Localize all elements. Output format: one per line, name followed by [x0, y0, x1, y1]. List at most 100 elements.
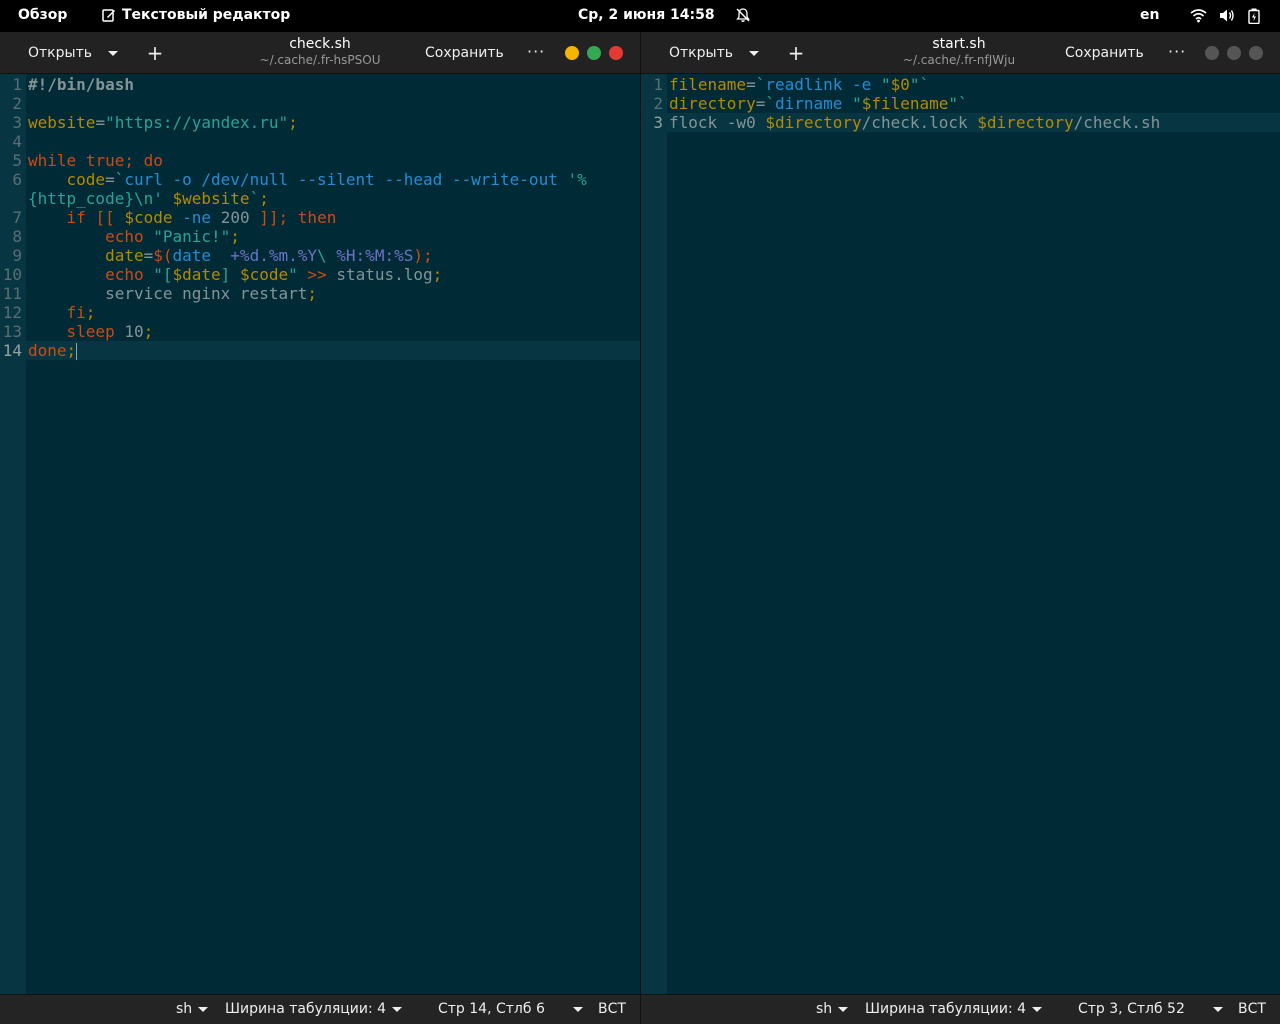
chevron-down-icon	[838, 1006, 849, 1012]
code-line: 2 directory=`dirname "$filename"`	[641, 94, 1280, 113]
chevron-down-icon[interactable]	[107, 50, 118, 56]
insert-mode-indicator[interactable]: ВСТ	[598, 1001, 626, 1017]
save-button[interactable]: Сохранить	[415, 40, 514, 66]
datetime-label: Ср, 2 июня 14:58	[578, 7, 715, 23]
code-line: 3 website="https://yandex.ru";	[0, 113, 640, 132]
app-menu[interactable]: Текстовый редактор	[102, 7, 290, 23]
code-editor[interactable]: 1 #!/bin/bash 2 3 website="https://yandex.…	[0, 74, 640, 994]
wifi-icon	[1190, 8, 1207, 24]
line-number-gutter	[641, 74, 667, 994]
new-tab-plus-icon[interactable]: +	[786, 43, 806, 63]
line-number: 2	[12, 94, 22, 113]
clock[interactable]: Ср, 2 июня 14:58	[578, 7, 751, 23]
code-line: 2	[0, 94, 640, 113]
line-number: 10	[2, 265, 22, 284]
chevron-down-icon	[1212, 1006, 1223, 1012]
new-tab-plus-icon[interactable]: +	[145, 43, 165, 63]
minimize-button[interactable]	[565, 46, 579, 60]
top-bar: Обзор Текстовый редактор Ср, 2 июня 14:5…	[0, 0, 1280, 32]
line-number: 5	[12, 151, 22, 170]
header-bar: Открыть + start.sh ~/.cache/.fr-nfJWju С…	[641, 32, 1280, 74]
tab-width-label: Ширина табуляции: 4	[225, 1001, 387, 1017]
text-cursor	[76, 343, 78, 360]
window-controls	[565, 46, 623, 60]
menu-dots-icon[interactable]: ···	[527, 42, 545, 61]
document-path: ~/.cache/.fr-hsPSOU	[259, 53, 381, 67]
code-line: 4	[0, 132, 640, 151]
maximize-button[interactable]	[1227, 46, 1241, 60]
line-number: 13	[2, 322, 22, 341]
menu-dots-icon[interactable]: ···	[1168, 42, 1186, 61]
language-label: sh	[176, 1001, 193, 1017]
code-line: {http_code}\n' $website`;	[28, 189, 269, 208]
notifications-off-icon	[735, 7, 751, 23]
status-bar: sh Ширина табуляции: 4 Стр 3, Стлб 52 ВС…	[641, 994, 1280, 1024]
chevron-down-icon	[392, 1006, 403, 1012]
close-button[interactable]	[1249, 46, 1263, 60]
open-button[interactable]: Открыть	[14, 40, 132, 66]
document-title: check.sh	[289, 36, 351, 52]
code-line: 9 date=$(date +%d.%m.%Y\ %H:%M:%S);	[0, 246, 640, 265]
code-line-current: 14 done;	[0, 341, 640, 360]
tab-width-label: Ширина табуляции: 4	[865, 1001, 1027, 1017]
line-number: 2	[653, 94, 663, 113]
code-line: 10 echo "[$date] $code" >> status.log;	[0, 265, 640, 284]
code-line: 7 if [[ $code -ne 200 ]]; then	[0, 208, 640, 227]
code-line-current: 3 flock -w0 $directory/check.lock $direct…	[641, 113, 1280, 132]
code-line: 1 filename=`readlink -e "$0"`	[641, 75, 1280, 94]
line-number: 6	[12, 170, 22, 189]
app-name: Текстовый редактор	[122, 7, 291, 23]
code-line: 11 service nginx restart;	[0, 284, 640, 303]
activities-button[interactable]: Обзор	[18, 7, 67, 23]
cursor-position-selector[interactable]: Стр 3, Стлб 52	[1078, 1001, 1223, 1017]
code-line: 8 echo "Panic!";	[0, 227, 640, 246]
text-editor-icon	[102, 8, 116, 22]
chevron-down-icon	[198, 1006, 209, 1012]
chevron-down-icon	[1032, 1006, 1043, 1012]
status-bar: sh Ширина табуляции: 4 Стр 14, Стлб 6 ВС…	[0, 994, 640, 1024]
code-editor[interactable]: 1 filename=`readlink -e "$0"` 2 directory=…	[641, 74, 1280, 994]
editor-window-check: Открыть + check.sh ~/.cache/.fr-hsPSOU С…	[0, 32, 640, 1024]
window-controls	[1205, 46, 1263, 60]
line-number: 9	[12, 246, 22, 265]
volume-icon	[1219, 8, 1235, 24]
line-number: 11	[2, 284, 22, 303]
title-area: check.sh ~/.cache/.fr-hsPSOU	[220, 36, 420, 67]
open-button[interactable]: Открыть	[655, 40, 773, 66]
language-selector[interactable]: sh	[816, 1001, 849, 1017]
cursor-position-label: Стр 3, Стлб 52	[1078, 1001, 1185, 1017]
line-number: 3	[12, 113, 22, 132]
line-number: 1	[12, 75, 22, 94]
close-button[interactable]	[609, 46, 623, 60]
code-line: 13 sleep 10;	[0, 322, 640, 341]
code-line: 12 fi;	[0, 303, 640, 322]
open-label: Открыть	[669, 45, 733, 61]
chevron-down-icon[interactable]	[748, 50, 759, 56]
chevron-down-icon	[572, 1006, 583, 1012]
code-line: 6 code=`curl -o /dev/null --silent --hea…	[0, 170, 640, 189]
language-selector[interactable]: sh	[176, 1001, 209, 1017]
save-button[interactable]: Сохранить	[1055, 40, 1154, 66]
header-bar: Открыть + check.sh ~/.cache/.fr-hsPSOU С…	[0, 32, 640, 74]
line-number: 8	[12, 227, 22, 246]
cursor-position-label: Стр 14, Стлб 6	[438, 1001, 545, 1017]
open-label: Открыть	[28, 45, 92, 61]
keyboard-layout[interactable]: en	[1140, 7, 1159, 23]
line-number: 3	[653, 113, 663, 132]
line-number: 1	[653, 75, 663, 94]
battery-icon	[1247, 8, 1261, 24]
line-number: 7	[12, 208, 22, 227]
line-number: 14	[2, 341, 22, 360]
title-area: start.sh ~/.cache/.fr-nfJWju	[859, 36, 1059, 67]
maximize-button[interactable]	[587, 46, 601, 60]
line-number: 12	[2, 303, 22, 322]
tab-width-selector[interactable]: Ширина табуляции: 4	[865, 1001, 1043, 1017]
system-tray[interactable]	[1190, 8, 1261, 24]
insert-mode-indicator[interactable]: ВСТ	[1238, 1001, 1266, 1017]
tab-width-selector[interactable]: Ширина табуляции: 4	[225, 1001, 403, 1017]
minimize-button[interactable]	[1205, 46, 1219, 60]
code-line: 1 #!/bin/bash	[0, 75, 640, 94]
cursor-position-selector[interactable]: Стр 14, Стлб 6	[438, 1001, 583, 1017]
code-line: 5 while true; do	[0, 151, 640, 170]
editor-window-start: Открыть + start.sh ~/.cache/.fr-nfJWju С…	[641, 32, 1280, 1024]
